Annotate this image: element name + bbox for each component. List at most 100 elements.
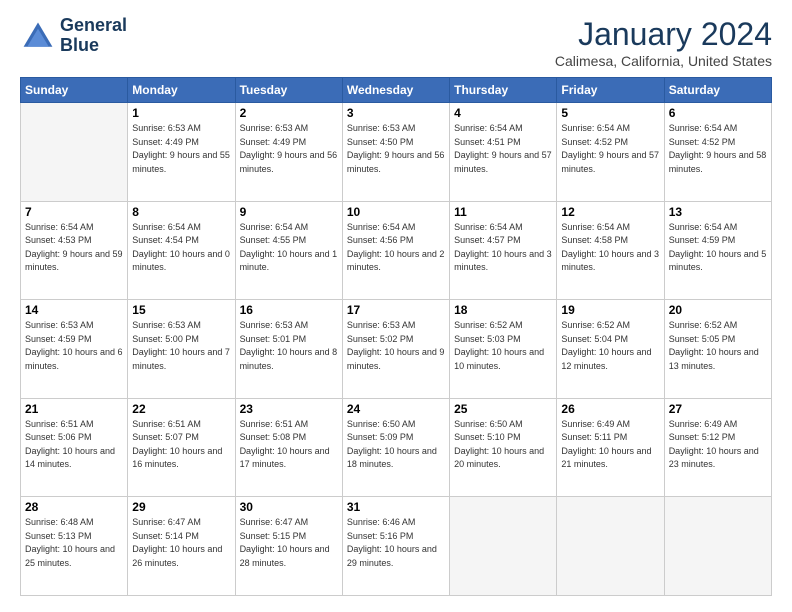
day-info: Sunrise: 6:52 AMSunset: 5:03 PMDaylight:…	[454, 319, 552, 373]
day-cell: 20 Sunrise: 6:52 AMSunset: 5:05 PMDayligh…	[664, 300, 771, 399]
day-number: 21	[25, 402, 123, 416]
day-cell	[450, 497, 557, 596]
day-info: Sunrise: 6:53 AMSunset: 4:49 PMDaylight:…	[240, 122, 338, 176]
day-number: 31	[347, 500, 445, 514]
day-cell: 17 Sunrise: 6:53 AMSunset: 5:02 PMDayligh…	[342, 300, 449, 399]
day-cell: 19 Sunrise: 6:52 AMSunset: 5:04 PMDayligh…	[557, 300, 664, 399]
day-info: Sunrise: 6:51 AMSunset: 5:08 PMDaylight:…	[240, 418, 338, 472]
day-number: 7	[25, 205, 123, 219]
weekday-header-row: SundayMondayTuesdayWednesdayThursdayFrid…	[21, 78, 772, 103]
day-info: Sunrise: 6:47 AMSunset: 5:15 PMDaylight:…	[240, 516, 338, 570]
day-cell: 1Sunrise: 6:53 AMSunset: 4:49 PMDaylight…	[128, 103, 235, 202]
day-number: 26	[561, 402, 659, 416]
day-cell: 16 Sunrise: 6:53 AMSunset: 5:01 PMDayligh…	[235, 300, 342, 399]
day-cell: 9 Sunrise: 6:54 AMSunset: 4:55 PMDaylight…	[235, 201, 342, 300]
day-info: Sunrise: 6:49 AMSunset: 5:11 PMDaylight:…	[561, 418, 659, 472]
day-info: Sunrise: 6:49 AMSunset: 5:12 PMDaylight:…	[669, 418, 767, 472]
day-cell: 21 Sunrise: 6:51 AMSunset: 5:06 PMDayligh…	[21, 398, 128, 497]
day-cell: 24 Sunrise: 6:50 AMSunset: 5:09 PMDayligh…	[342, 398, 449, 497]
day-number: 8	[132, 205, 230, 219]
day-cell: 5Sunrise: 6:54 AMSunset: 4:52 PMDaylight…	[557, 103, 664, 202]
day-number: 20	[669, 303, 767, 317]
day-number: 25	[454, 402, 552, 416]
weekday-header-saturday: Saturday	[664, 78, 771, 103]
weekday-header-friday: Friday	[557, 78, 664, 103]
day-number: 19	[561, 303, 659, 317]
day-cell: 29Sunrise: 6:47 AMSunset: 5:14 PMDayligh…	[128, 497, 235, 596]
day-number: 17	[347, 303, 445, 317]
day-cell: 12 Sunrise: 6:54 AMSunset: 4:58 PMDayligh…	[557, 201, 664, 300]
day-cell: 4 Sunrise: 6:54 AMSunset: 4:51 PMDaylight…	[450, 103, 557, 202]
day-number: 14	[25, 303, 123, 317]
day-number: 27	[669, 402, 767, 416]
day-info: Sunrise: 6:54 AMSunset: 4:58 PMDaylight:…	[561, 221, 659, 275]
day-number: 4	[454, 106, 552, 120]
weekday-header-wednesday: Wednesday	[342, 78, 449, 103]
day-info: Sunrise: 6:52 AMSunset: 5:05 PMDaylight:…	[669, 319, 767, 373]
day-cell: 10Sunrise: 6:54 AMSunset: 4:56 PMDayligh…	[342, 201, 449, 300]
day-cell	[557, 497, 664, 596]
day-cell: 30 Sunrise: 6:47 AMSunset: 5:15 PMDayligh…	[235, 497, 342, 596]
day-info: Sunrise: 6:51 AMSunset: 5:06 PMDaylight:…	[25, 418, 123, 472]
day-info: Sunrise: 6:54 AMSunset: 4:51 PMDaylight:…	[454, 122, 552, 176]
logo-text: General Blue	[60, 16, 127, 56]
day-cell: 23 Sunrise: 6:51 AMSunset: 5:08 PMDayligh…	[235, 398, 342, 497]
week-row-5: 28Sunrise: 6:48 AMSunset: 5:13 PMDayligh…	[21, 497, 772, 596]
day-number: 16	[240, 303, 338, 317]
day-info: Sunrise: 6:53 AMSunset: 4:50 PMDaylight:…	[347, 122, 445, 176]
day-info: Sunrise: 6:53 AMSunset: 5:01 PMDaylight:…	[240, 319, 338, 373]
day-cell: 15Sunrise: 6:53 AMSunset: 5:00 PMDayligh…	[128, 300, 235, 399]
day-info: Sunrise: 6:53 AMSunset: 4:59 PMDaylight:…	[25, 319, 123, 373]
day-number: 30	[240, 500, 338, 514]
day-cell	[664, 497, 771, 596]
day-info: Sunrise: 6:54 AMSunset: 4:54 PMDaylight:…	[132, 221, 230, 275]
day-number: 24	[347, 402, 445, 416]
day-info: Sunrise: 6:54 AMSunset: 4:59 PMDaylight:…	[669, 221, 767, 275]
day-cell: 2 Sunrise: 6:53 AMSunset: 4:49 PMDaylight…	[235, 103, 342, 202]
day-cell	[21, 103, 128, 202]
day-cell: 18Sunrise: 6:52 AMSunset: 5:03 PMDayligh…	[450, 300, 557, 399]
day-cell: 14 Sunrise: 6:53 AMSunset: 4:59 PMDayligh…	[21, 300, 128, 399]
day-number: 2	[240, 106, 338, 120]
week-row-2: 7 Sunrise: 6:54 AMSunset: 4:53 PMDaylight…	[21, 201, 772, 300]
month-title: January 2024	[555, 16, 772, 53]
day-info: Sunrise: 6:54 AMSunset: 4:55 PMDaylight:…	[240, 221, 338, 275]
day-cell: 13 Sunrise: 6:54 AMSunset: 4:59 PMDayligh…	[664, 201, 771, 300]
day-cell: 7 Sunrise: 6:54 AMSunset: 4:53 PMDaylight…	[21, 201, 128, 300]
day-number: 23	[240, 402, 338, 416]
day-info: Sunrise: 6:50 AMSunset: 5:09 PMDaylight:…	[347, 418, 445, 472]
day-number: 6	[669, 106, 767, 120]
day-cell: 6Sunrise: 6:54 AMSunset: 4:52 PMDaylight…	[664, 103, 771, 202]
day-number: 9	[240, 205, 338, 219]
day-cell: 25 Sunrise: 6:50 AMSunset: 5:10 PMDayligh…	[450, 398, 557, 497]
day-info: Sunrise: 6:53 AMSunset: 5:00 PMDaylight:…	[132, 319, 230, 373]
day-cell: 11Sunrise: 6:54 AMSunset: 4:57 PMDayligh…	[450, 201, 557, 300]
day-info: Sunrise: 6:53 AMSunset: 5:02 PMDaylight:…	[347, 319, 445, 373]
day-info: Sunrise: 6:50 AMSunset: 5:10 PMDaylight:…	[454, 418, 552, 472]
day-info: Sunrise: 6:54 AMSunset: 4:53 PMDaylight:…	[25, 221, 123, 275]
day-cell: 28Sunrise: 6:48 AMSunset: 5:13 PMDayligh…	[21, 497, 128, 596]
weekday-header-tuesday: Tuesday	[235, 78, 342, 103]
weekday-header-sunday: Sunday	[21, 78, 128, 103]
logo-icon	[20, 18, 56, 54]
week-row-3: 14 Sunrise: 6:53 AMSunset: 4:59 PMDayligh…	[21, 300, 772, 399]
week-row-1: 1Sunrise: 6:53 AMSunset: 4:49 PMDaylight…	[21, 103, 772, 202]
day-info: Sunrise: 6:53 AMSunset: 4:49 PMDaylight:…	[132, 122, 230, 176]
day-cell: 26 Sunrise: 6:49 AMSunset: 5:11 PMDayligh…	[557, 398, 664, 497]
logo: General Blue	[20, 16, 127, 56]
day-number: 5	[561, 106, 659, 120]
day-info: Sunrise: 6:47 AMSunset: 5:14 PMDaylight:…	[132, 516, 230, 570]
calendar: SundayMondayTuesdayWednesdayThursdayFrid…	[20, 77, 772, 596]
day-info: Sunrise: 6:48 AMSunset: 5:13 PMDaylight:…	[25, 516, 123, 570]
day-number: 13	[669, 205, 767, 219]
location: Calimesa, California, United States	[555, 53, 772, 69]
day-cell: 22Sunrise: 6:51 AMSunset: 5:07 PMDayligh…	[128, 398, 235, 497]
day-number: 12	[561, 205, 659, 219]
day-number: 3	[347, 106, 445, 120]
day-info: Sunrise: 6:54 AMSunset: 4:56 PMDaylight:…	[347, 221, 445, 275]
header: General Blue January 2024 Calimesa, Cali…	[20, 16, 772, 69]
day-info: Sunrise: 6:52 AMSunset: 5:04 PMDaylight:…	[561, 319, 659, 373]
day-info: Sunrise: 6:46 AMSunset: 5:16 PMDaylight:…	[347, 516, 445, 570]
day-cell: 27 Sunrise: 6:49 AMSunset: 5:12 PMDayligh…	[664, 398, 771, 497]
day-info: Sunrise: 6:51 AMSunset: 5:07 PMDaylight:…	[132, 418, 230, 472]
